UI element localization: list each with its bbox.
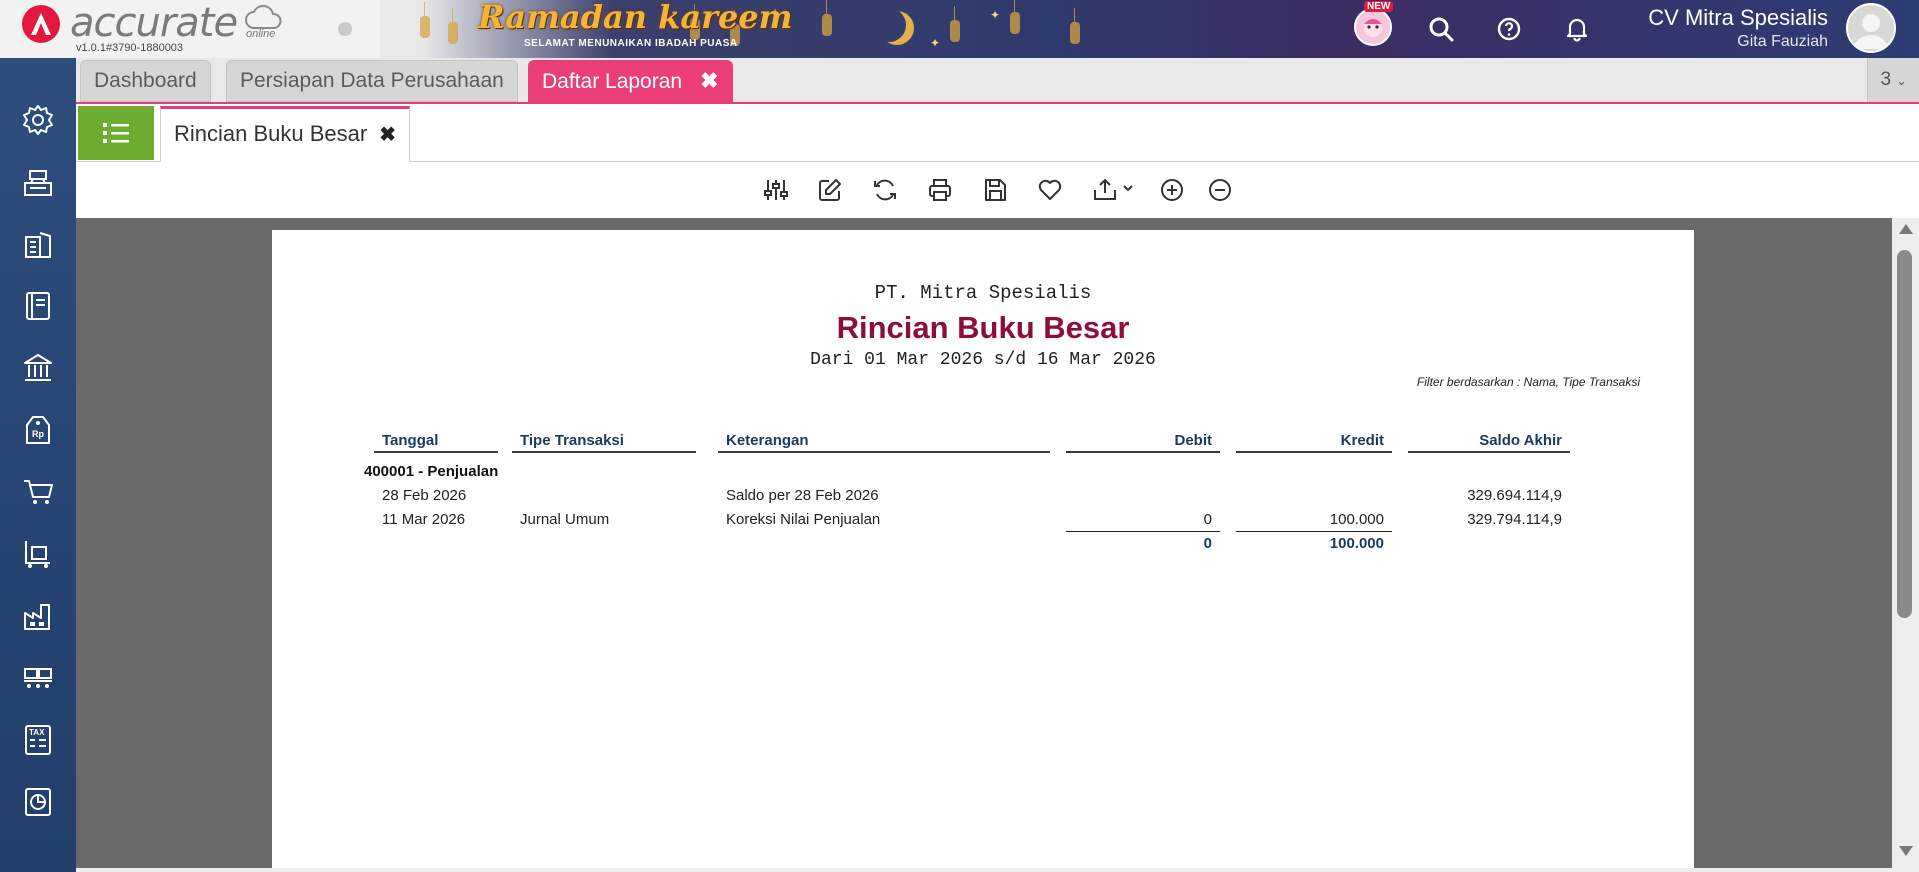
tax-icon[interactable]: TAX	[16, 718, 60, 762]
col-header-tanggal: Tanggal	[374, 431, 498, 453]
scroll-down-arrow-icon[interactable]	[1899, 846, 1913, 856]
cell-keterangan: Koreksi Nilai Penjualan	[726, 511, 881, 528]
report-company: PT. Mitra Spesialis	[874, 282, 1092, 304]
filter-sliders-icon[interactable]	[762, 176, 790, 204]
user-name[interactable]: Gita Fauziah	[0, 33, 1828, 51]
report-filter-note: Filter berdasarkan : Nama, Tipe Transaks…	[1416, 375, 1640, 389]
tab-overflow-menu[interactable]: 3 ⌄	[1867, 58, 1919, 102]
cell-kredit: 100.000	[1329, 511, 1384, 528]
tab-dashboard[interactable]: Dashboard	[80, 60, 211, 102]
col-header-saldo-akhir: Saldo Akhir	[1408, 431, 1570, 453]
total-debit: 0	[1203, 535, 1212, 552]
tab-label: Daftar Laporan	[542, 70, 683, 93]
factory-icon[interactable]	[16, 594, 60, 638]
main-sidebar: Rp TAX	[0, 58, 76, 872]
report-chart-icon[interactable]	[16, 780, 60, 824]
close-tab-icon[interactable]: ✖	[700, 68, 718, 93]
tab-count: 3	[1880, 69, 1892, 90]
total-kredit: 100.000	[1329, 535, 1384, 552]
building-icon[interactable]	[16, 222, 60, 266]
col-header-kredit: Kredit	[1236, 431, 1392, 453]
tab-label: Persiapan Data Perusahaan	[240, 69, 504, 92]
trolley-icon[interactable]	[16, 532, 60, 576]
report-period: Dari 01 Mar 2026 s/d 16 Mar 2026	[810, 350, 1156, 370]
main-tab-bar: Dashboard Persiapan Data Perusahaan Daft…	[76, 58, 1919, 104]
report-title: Rincian Buku Besar	[836, 310, 1130, 345]
cell-tanggal: 28 Feb 2026	[382, 487, 467, 504]
tab-rincian-buku-besar[interactable]: Rincian Buku Besar ✖	[160, 106, 410, 162]
col-header-tipe-transaksi: Tipe Transaksi	[512, 431, 696, 453]
cell-keterangan: Saldo per 28 Feb 2026	[726, 487, 879, 504]
gear-icon[interactable]	[16, 98, 60, 142]
cell-saldo: 329.794.114,9	[1467, 511, 1562, 528]
app-header: accurate online v1.0.1#3790-1880003 ✦ ✦ …	[0, 0, 1919, 58]
zoom-in-icon[interactable]	[1158, 176, 1186, 204]
cash-register-icon[interactable]	[16, 160, 60, 204]
total-underline-kredit	[1236, 531, 1392, 532]
report-tab-bar: Rincian Buku Besar ✖	[76, 104, 1919, 162]
svg-text:TAX: TAX	[29, 728, 45, 737]
user-avatar[interactable]	[1846, 3, 1896, 53]
tab-label: Dashboard	[94, 69, 197, 92]
export-icon[interactable]	[1090, 176, 1138, 204]
chevron-down-icon: ⌄	[1896, 74, 1907, 88]
refresh-icon[interactable]	[871, 176, 899, 204]
bank-icon[interactable]	[16, 346, 60, 390]
total-underline-debit	[1066, 531, 1220, 532]
subtab-label: Rincian Buku Besar	[174, 121, 368, 146]
company-name[interactable]: CV Mitra Spesialis	[0, 5, 1828, 31]
cell-debit: 0	[1203, 511, 1212, 528]
account-group-title: 400001 - Penjualan	[364, 463, 499, 480]
zoom-out-icon[interactable]	[1206, 176, 1234, 204]
report-toolbar	[76, 162, 1919, 218]
save-icon[interactable]	[981, 176, 1009, 204]
inventory-icon[interactable]	[16, 656, 60, 700]
favorite-heart-icon[interactable]	[1036, 176, 1064, 204]
scrollbar-thumb[interactable]	[1897, 250, 1912, 618]
ledger-book-icon[interactable]	[16, 284, 60, 328]
cell-tanggal: 11 Mar 2026	[382, 511, 466, 528]
report-list-button[interactable]	[78, 106, 154, 160]
edit-icon[interactable]	[816, 176, 844, 204]
shopping-cart-icon[interactable]	[16, 470, 60, 514]
print-icon[interactable]	[926, 176, 954, 204]
svg-text:Rp: Rp	[32, 429, 44, 439]
report-viewer: PT. Mitra Spesialis Rincian Buku Besar D…	[76, 218, 1892, 868]
col-header-keterangan: Keterangan	[718, 431, 1050, 453]
tab-daftar-laporan[interactable]: Daftar Laporan ✖	[528, 60, 733, 102]
viewer-bottom-edge	[76, 868, 1892, 872]
close-tab-icon[interactable]: ✖	[379, 124, 396, 146]
cell-tipe: Jurnal Umum	[520, 511, 610, 528]
scroll-up-arrow-icon[interactable]	[1899, 224, 1913, 234]
price-tag-icon[interactable]: Rp	[16, 408, 60, 452]
cell-saldo: 329.694.114,9	[1467, 487, 1562, 504]
tab-persiapan-data[interactable]: Persiapan Data Perusahaan	[226, 60, 518, 102]
col-header-debit: Debit	[1066, 431, 1220, 453]
list-icon	[103, 123, 129, 143]
report-page: PT. Mitra Spesialis Rincian Buku Besar D…	[272, 230, 1694, 868]
vertical-scrollbar[interactable]	[1892, 218, 1919, 872]
